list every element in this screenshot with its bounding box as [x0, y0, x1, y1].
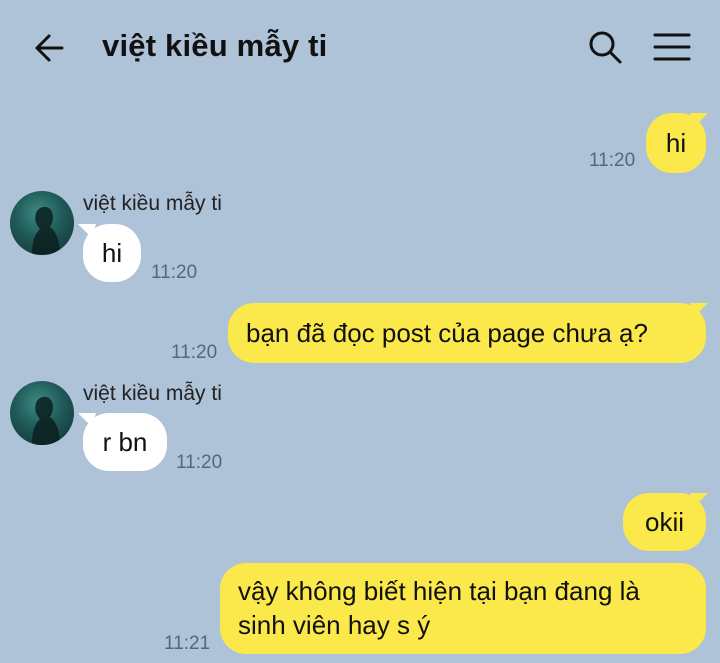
message-timestamp: 11:20 [176, 452, 223, 473]
bubble-tail [690, 493, 708, 507]
avatar[interactable] [10, 381, 74, 445]
search-icon[interactable] [586, 28, 624, 66]
message-timestamp: 11:20 [589, 150, 636, 171]
bubble-tail [690, 303, 708, 317]
message-text: vậy không biết hiện tại bạn đang là sinh… [238, 576, 640, 640]
message-bubble[interactable]: bạn đã đọc post của page chưa ạ? [228, 303, 706, 363]
message-timestamp: 11:21 [164, 633, 211, 654]
message-bubble[interactable]: vậy không biết hiện tại bạn đang là sinh… [220, 563, 706, 654]
arrow-left-icon[interactable] [32, 30, 68, 66]
bubble-tail [78, 413, 96, 427]
person-silhouette-icon [32, 396, 60, 445]
hamburger-menu-icon[interactable] [652, 30, 692, 64]
message-timestamp: 11:20 [151, 262, 198, 283]
message-text: hi [101, 238, 123, 268]
bubble-tail [78, 224, 96, 238]
person-silhouette-icon [32, 206, 60, 255]
message-text: okii [644, 507, 684, 537]
sender-name: việt kiều mẫy ti [83, 382, 222, 405]
message-text: hi [665, 128, 687, 158]
message-text: bạn đã đọc post của page chưa ạ? [246, 318, 648, 348]
message-text: r bn [102, 427, 148, 457]
sender-name: việt kiều mẫy ti [83, 192, 222, 215]
bubble-tail [690, 113, 708, 127]
chat-title: việt kiều mẫy ti [102, 28, 328, 63]
avatar[interactable] [10, 191, 74, 255]
message-timestamp: 11:20 [171, 342, 218, 363]
chat-header: việt kiều mẫy ti [0, 0, 720, 95]
